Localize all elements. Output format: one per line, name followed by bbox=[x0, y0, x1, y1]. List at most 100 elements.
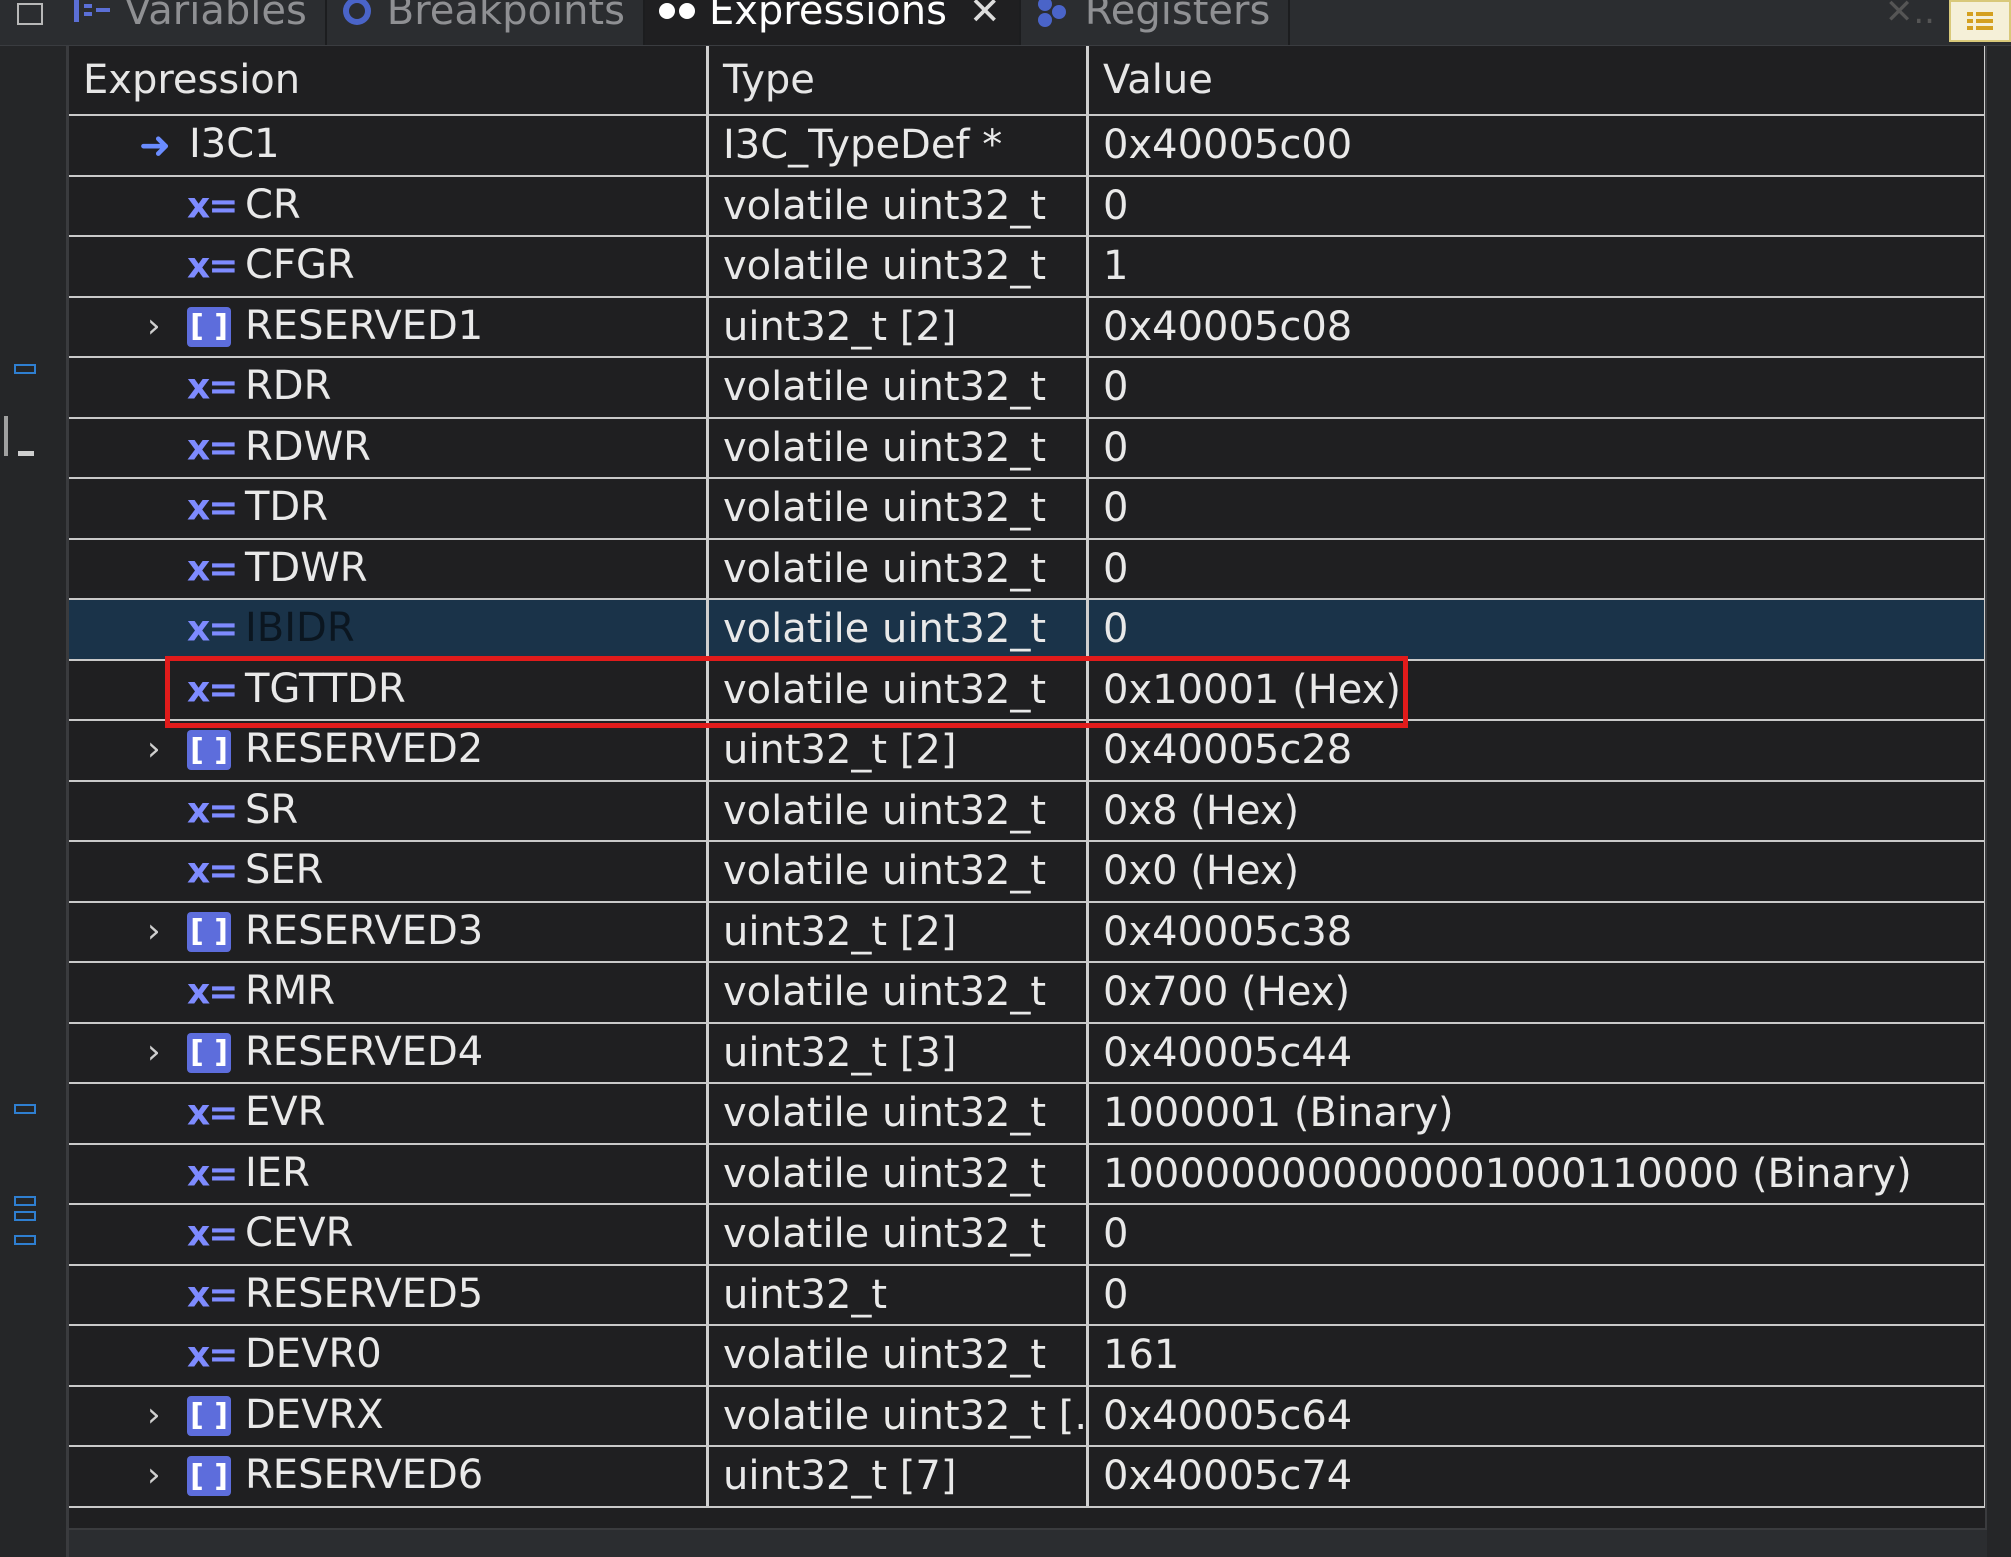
chevron-right-icon[interactable]: › bbox=[147, 1032, 161, 1072]
expression-cell[interactable]: › [ ] RESERVED2 bbox=[69, 721, 709, 780]
type-cell: I3C_TypeDef * bbox=[709, 116, 1089, 175]
expression-cell[interactable]: x= IER bbox=[69, 1144, 709, 1203]
value-cell[interactable]: 0x40005c28 bbox=[1089, 721, 1987, 780]
expression-cell[interactable]: x= RDWR bbox=[69, 418, 709, 477]
type-cell: uint32_t [2] bbox=[709, 721, 1089, 780]
expression-name: RDR bbox=[245, 363, 332, 410]
minimize-button[interactable] bbox=[0, 0, 60, 45]
tab-variables[interactable]: Variables bbox=[60, 0, 327, 45]
table-row[interactable]: x= IER volatile uint32_t 100000000000000100… bbox=[69, 1144, 1987, 1205]
expression-cell[interactable]: x= SR bbox=[69, 781, 709, 840]
table-row[interactable]: › [ ] DEVRX volatile uint32_t [... 0x40005c6… bbox=[69, 1386, 1987, 1447]
value-cell[interactable]: 0x8 (Hex) bbox=[1089, 781, 1987, 840]
table-row[interactable]: x= CR volatile uint32_t 0 bbox=[69, 176, 1987, 237]
expression-cell[interactable]: › [ ] RESERVED3 bbox=[69, 902, 709, 961]
expression-cell[interactable]: x= TDWR bbox=[69, 539, 709, 598]
table-row[interactable]: x= SR volatile uint32_t 0x8 (Hex) bbox=[69, 781, 1987, 842]
value-cell[interactable]: 0 bbox=[1089, 1265, 1987, 1324]
tab-breakpoints[interactable]: Breakpoints bbox=[327, 0, 645, 45]
array-icon: [ ] bbox=[187, 1032, 231, 1073]
expression-cell[interactable]: x= TDR bbox=[69, 479, 709, 538]
column-header-value[interactable]: Value bbox=[1089, 46, 1987, 114]
value-cell[interactable]: 0 bbox=[1089, 539, 1987, 598]
value-cell[interactable]: 0x40005c44 bbox=[1089, 1023, 1987, 1082]
value-cell[interactable]: 1 bbox=[1089, 237, 1987, 296]
table-row[interactable]: x= TDWR volatile uint32_t 0 bbox=[69, 539, 1987, 600]
remove-all-icon[interactable]: ✕.. bbox=[1885, 0, 1935, 32]
value-cell[interactable]: 0x700 (Hex) bbox=[1089, 963, 1987, 1022]
value-cell[interactable]: 1000000000000001000110000 (Binary) bbox=[1089, 1144, 1987, 1203]
table-row[interactable]: x= RDWR volatile uint32_t 0 bbox=[69, 418, 1987, 479]
expression-cell[interactable]: x= DEVR0 bbox=[69, 1326, 709, 1385]
table-row[interactable]: x= CFGR volatile uint32_t 1 bbox=[69, 237, 1987, 298]
variable-icon: x= bbox=[187, 427, 238, 469]
expression-cell[interactable]: › [ ] RESERVED1 bbox=[69, 297, 709, 356]
value-cell[interactable]: 0 bbox=[1089, 1205, 1987, 1264]
table-row[interactable]: x= IBIDR volatile uint32_t 0 bbox=[69, 600, 1987, 661]
tab-registers[interactable]: Registers bbox=[1021, 0, 1291, 45]
chevron-right-icon[interactable]: › bbox=[147, 729, 161, 769]
expression-name: RESERVED3 bbox=[245, 907, 484, 954]
chevron-right-icon[interactable]: › bbox=[147, 911, 161, 951]
expression-cell[interactable]: x= IBIDR bbox=[69, 600, 709, 659]
value-cell[interactable]: 0x40005c74 bbox=[1089, 1447, 1987, 1506]
value-cell[interactable]: 0x40005c64 bbox=[1089, 1386, 1987, 1445]
table-row[interactable]: x= EVR volatile uint32_t 1000001 (Binary) bbox=[69, 1084, 1987, 1145]
value-cell[interactable]: 1000001 (Binary) bbox=[1089, 1084, 1987, 1143]
expression-cell[interactable]: › [ ] RESERVED4 bbox=[69, 1023, 709, 1082]
expression-cell[interactable]: x= RESERVED5 bbox=[69, 1265, 709, 1324]
table-row[interactable]: › [ ] RESERVED4 uint32_t [3] 0x40005c44 bbox=[69, 1023, 1987, 1084]
close-icon[interactable]: ✕ bbox=[969, 0, 1001, 33]
expression-cell[interactable]: › [ ] DEVRX bbox=[69, 1386, 709, 1445]
value-cell[interactable]: 0 bbox=[1089, 600, 1987, 659]
column-header-expression[interactable]: Expression bbox=[69, 46, 709, 114]
chevron-right-icon[interactable]: › bbox=[147, 1395, 161, 1435]
table-row[interactable]: x= CEVR volatile uint32_t 0 bbox=[69, 1205, 1987, 1266]
chevron-right-icon[interactable]: › bbox=[147, 1455, 161, 1495]
table-row[interactable]: x= RDR volatile uint32_t 0 bbox=[69, 358, 1987, 419]
gutter-bar bbox=[4, 416, 8, 456]
type-cell: uint32_t [3] bbox=[709, 1023, 1089, 1082]
expression-cell[interactable]: ➜ I3C1 bbox=[69, 116, 709, 175]
value-cell[interactable]: 0x10001 (Hex) bbox=[1089, 660, 1987, 719]
table-row[interactable]: › [ ] RESERVED3 uint32_t [2] 0x40005c38 bbox=[69, 902, 1987, 963]
type-cell: volatile uint32_t bbox=[709, 176, 1089, 235]
expression-cell[interactable]: x= EVR bbox=[69, 1084, 709, 1143]
value-cell[interactable]: 161 bbox=[1089, 1326, 1987, 1385]
table-row[interactable]: x= TGTTDR volatile uint32_t 0x10001 (Hex) bbox=[69, 660, 1987, 721]
table-row[interactable]: › [ ] RESERVED2 uint32_t [2] 0x40005c28 bbox=[69, 721, 1987, 782]
expressions-icon bbox=[657, 0, 697, 23]
expression-cell[interactable]: x= CR bbox=[69, 176, 709, 235]
table-row[interactable]: x= DEVR0 volatile uint32_t 161 bbox=[69, 1326, 1987, 1387]
vertical-scrollbar[interactable] bbox=[1985, 46, 2011, 1557]
expression-cell[interactable]: x= RDR bbox=[69, 358, 709, 417]
expression-cell[interactable]: x= TGTTDR bbox=[69, 660, 709, 719]
table-row[interactable]: › [ ] RESERVED6 uint32_t [7] 0x40005c74 bbox=[69, 1447, 1987, 1508]
value-cell[interactable]: 0x40005c08 bbox=[1089, 297, 1987, 356]
chevron-right-icon[interactable]: › bbox=[147, 306, 161, 346]
value-cell[interactable]: 0x0 (Hex) bbox=[1089, 842, 1987, 901]
table-row[interactable]: x= RESERVED5 uint32_t 0 bbox=[69, 1265, 1987, 1326]
tab-expressions[interactable]: Expressions ✕ bbox=[644, 0, 1021, 45]
table-row[interactable]: › [ ] RESERVED1 uint32_t [2] 0x40005c08 bbox=[69, 297, 1987, 358]
table-row[interactable]: x= SER volatile uint32_t 0x0 (Hex) bbox=[69, 842, 1987, 903]
expression-cell[interactable]: x= CFGR bbox=[69, 237, 709, 296]
table-row[interactable]: x= TDR volatile uint32_t 0 bbox=[69, 479, 1987, 540]
value-cell[interactable]: 0 bbox=[1089, 418, 1987, 477]
value-cell[interactable]: 0 bbox=[1089, 479, 1987, 538]
table-row[interactable]: ➜ I3C1 I3C_TypeDef * 0x40005c00 bbox=[69, 116, 1987, 177]
expression-cell[interactable]: x= CEVR bbox=[69, 1205, 709, 1264]
column-header-type[interactable]: Type bbox=[709, 46, 1089, 114]
value-cell[interactable]: 0x40005c00 bbox=[1089, 116, 1987, 175]
variable-icon: x= bbox=[187, 245, 238, 287]
horizontal-scrollbar[interactable] bbox=[69, 1528, 1987, 1557]
expression-cell[interactable]: x= RMR bbox=[69, 963, 709, 1022]
table-row[interactable]: x= RMR volatile uint32_t 0x700 (Hex) bbox=[69, 963, 1987, 1024]
expression-cell[interactable]: x= SER bbox=[69, 842, 709, 901]
value-cell[interactable]: 0 bbox=[1089, 176, 1987, 235]
view-menu-icon[interactable] bbox=[1949, 0, 2011, 42]
expression-cell[interactable]: › [ ] RESERVED6 bbox=[69, 1447, 709, 1506]
marker-icon bbox=[14, 364, 36, 374]
value-cell[interactable]: 0 bbox=[1089, 358, 1987, 417]
value-cell[interactable]: 0x40005c38 bbox=[1089, 902, 1987, 961]
